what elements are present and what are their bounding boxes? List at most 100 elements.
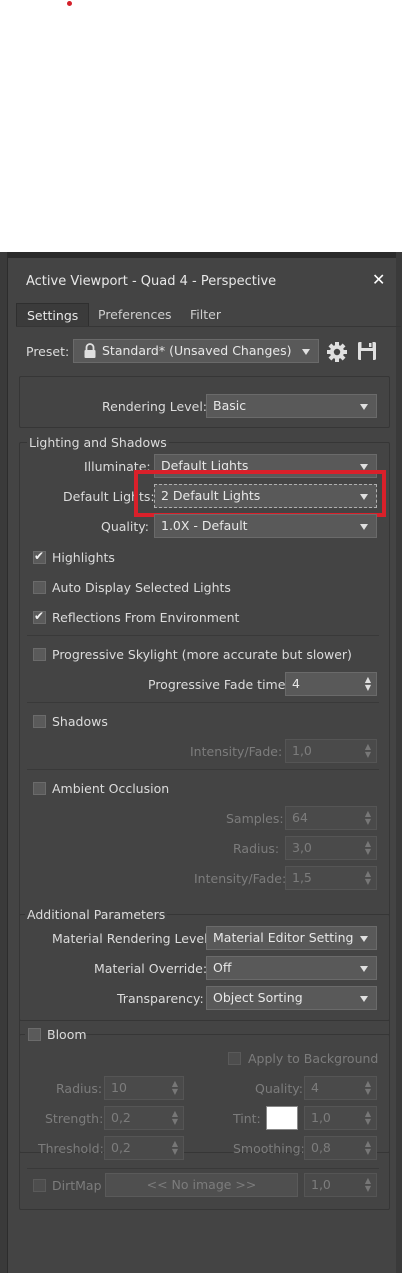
spinner-arrows-icon[interactable]: ▲ ▼ [365,676,371,692]
additional-header: Additional Parameters [25,907,168,922]
fade-time-value: 4 [292,676,300,691]
separator [27,1168,379,1169]
rendering-level-dropdown[interactable]: Basic [206,394,377,418]
bloom-checkbox[interactable] [28,1028,41,1041]
ao-intensity-value: 1,5 [292,870,312,885]
auto-display-checkbox[interactable] [33,581,46,594]
ao-intensity-label: Intensity/Fade: [194,871,287,886]
material-rendering-value: Material Editor Setting [213,930,354,945]
quality-value: 1.0X - Default [161,518,248,533]
chevron-down-icon [360,524,368,530]
material-override-label: Material Override: [94,961,208,976]
spinner-arrows-icon[interactable]: ▲ ▼ [365,1177,371,1193]
material-rendering-dropdown[interactable]: Material Editor Setting [206,926,377,950]
spinner-arrows-icon[interactable]: ▲ ▼ [365,840,371,856]
material-override-value: Off [213,960,232,975]
rendering-level-value: Basic [213,398,247,413]
close-icon[interactable]: ✕ [372,270,385,289]
bloom-smoothing-value: 0,8 [311,1140,331,1155]
fade-time-label: Progressive Fade time: [148,677,290,692]
reflections-checkbox[interactable] [33,609,46,624]
separator [27,702,379,703]
tab-settings[interactable]: Settings [16,303,90,327]
bloom-smoothing-label: Smoothing: [233,1141,305,1156]
dirtmap-checkbox[interactable] [33,1179,46,1192]
transparency-label: Transparency: [117,991,204,1006]
bloom-strength-spinner[interactable]: 0,2 ▲ ▼ [104,1106,184,1130]
chevron-down-icon [360,996,368,1002]
spinner-arrows-icon[interactable]: ▲ ▼ [365,743,371,759]
ao-intensity-spinner[interactable]: 1,5 ▲ ▼ [285,866,377,890]
fade-time-spinner[interactable]: 4 ▲ ▼ [285,672,377,696]
bloom-threshold-spinner[interactable]: 0,2 ▲ ▼ [104,1136,184,1160]
spinner-arrows-icon[interactable]: ▲ ▼ [365,810,371,826]
samples-value: 64 [292,810,308,825]
chevron-down-icon [360,936,368,942]
bloom-quality-value: 4 [311,1080,319,1095]
dirtmap-label: DirtMap [52,1178,102,1193]
highlights-label: Highlights [52,550,115,565]
bloom-radius-spinner[interactable]: 10 ▲ ▼ [104,1076,184,1100]
ao-radius-label: Radius: [233,841,280,856]
bloom-threshold-label: Threshold: [38,1141,104,1156]
preset-label: Preset: [26,344,70,359]
shadow-intensity-label: Intensity/Fade: [190,744,283,759]
highlights-checkbox[interactable] [33,549,46,564]
gear-icon[interactable] [326,341,348,363]
bloom-radius-label: Radius: [56,1081,103,1096]
bloom-smoothing-spinner[interactable]: 0,8 ▲ ▼ [304,1136,377,1160]
bloom-threshold-value: 0,2 [111,1140,131,1155]
samples-spinner[interactable]: 64 ▲ ▼ [285,806,377,830]
bloom-quality-spinner[interactable]: 4 ▲ ▼ [304,1076,377,1100]
tint-color-swatch[interactable] [266,1106,298,1130]
reflections-label: Reflections From Environment [52,610,240,625]
rendering-level-label: Rendering Level: [102,399,208,414]
quality-dropdown[interactable]: 1.0X - Default [154,514,377,538]
spinner-arrows-icon[interactable]: ▲ ▼ [172,1080,178,1096]
transparency-value: Object Sorting [213,990,303,1005]
spinner-arrows-icon[interactable]: ▲ ▼ [172,1140,178,1156]
ambient-occlusion-label: Ambient Occlusion [52,781,170,796]
bloom-strength-value: 0,2 [111,1110,131,1125]
chevron-down-icon [360,404,368,410]
preset-value: Standard* (Unsaved Changes) [102,343,292,358]
chevron-down-icon [302,349,310,355]
spinner-arrows-icon[interactable]: ▲ ▼ [365,870,371,886]
save-icon[interactable] [357,341,377,361]
apply-background-checkbox[interactable] [228,1052,241,1065]
transparency-dropdown[interactable]: Object Sorting [206,986,377,1010]
tab-divider [16,326,401,327]
panel-left-edge [0,252,8,1273]
apply-background-label: Apply to Background [248,1051,379,1066]
material-override-dropdown[interactable]: Off [206,956,377,980]
spinner-arrows-icon[interactable]: ▲ ▼ [365,1140,371,1156]
preset-dropdown[interactable]: Standard* (Unsaved Changes) [73,339,319,363]
ambient-occlusion-checkbox[interactable] [33,782,46,795]
spinner-arrows-icon[interactable]: ▲ ▼ [365,1110,371,1126]
progressive-skylight-checkbox[interactable] [33,648,46,661]
shadows-checkbox[interactable] [33,715,46,728]
ao-radius-spinner[interactable]: 3,0 ▲ ▼ [285,836,377,860]
lock-icon [84,343,96,358]
bloom-tint-spinner[interactable]: 1,0 ▲ ▼ [304,1106,377,1130]
marker-dot [67,1,72,6]
separator [27,769,379,770]
bloom-tint-value: 1,0 [311,1110,331,1125]
dirtmap-spinner[interactable]: 1,0 ▲ ▼ [304,1173,377,1197]
dirtmap-value: 1,0 [311,1177,331,1192]
tab-filter[interactable]: Filter [180,303,231,326]
bloom-tint-label: Tint: [233,1111,261,1126]
bloom-strength-label: Strength: [45,1111,104,1126]
auto-display-label: Auto Display Selected Lights [52,580,231,595]
bloom-label: Bloom [47,1027,87,1042]
dialog-title: Active Viewport - Quad 4 - Perspective [26,274,277,289]
ao-radius-value: 3,0 [292,840,312,855]
spinner-arrows-icon[interactable]: ▲ ▼ [172,1110,178,1126]
spinner-arrows-icon[interactable]: ▲ ▼ [365,1080,371,1096]
shadow-intensity-spinner[interactable]: 1,0 ▲ ▼ [285,739,377,763]
lighting-header: Lighting and Shadows [27,435,169,450]
tab-preferences[interactable]: Preferences [88,303,182,326]
panel-right-edge [396,252,402,1273]
dirtmap-image-button[interactable]: << No image >> [105,1173,298,1197]
material-rendering-label: Material Rendering Level: [52,931,212,946]
